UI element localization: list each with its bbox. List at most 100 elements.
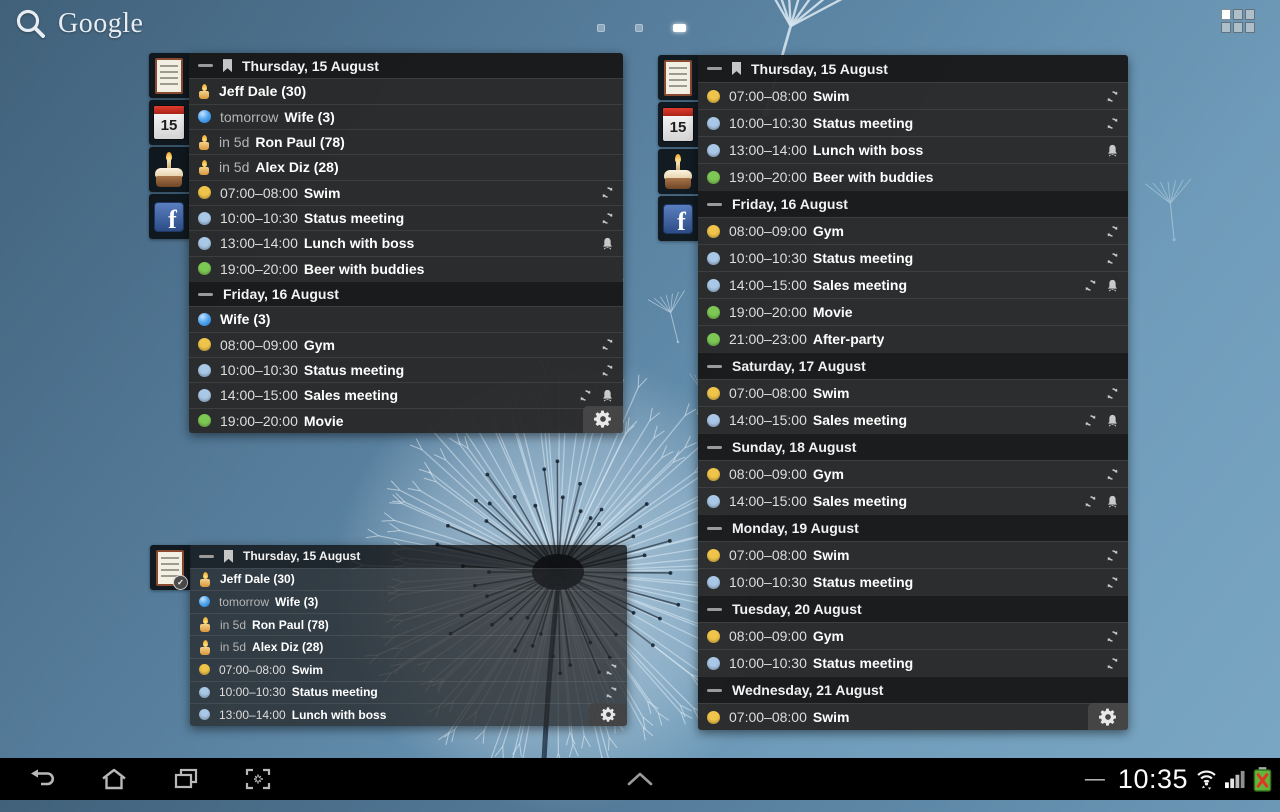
settings-gear-button[interactable] — [583, 406, 623, 433]
event-color-dot — [707, 549, 720, 562]
event-row[interactable]: 13:00–14:00Lunch with boss — [698, 136, 1128, 163]
event-row[interactable]: 19:00–20:00Movie — [189, 408, 623, 433]
date-header-row[interactable]: Saturday, 17 August — [698, 352, 1128, 379]
date-header-row[interactable]: Friday, 16 August — [189, 281, 623, 306]
event-row[interactable]: 07:00–08:00Swim — [189, 180, 623, 205]
agenda-shortcut-button[interactable] — [149, 53, 189, 98]
birthday-row[interactable]: Jeff Dale (30) — [190, 568, 627, 591]
event-row[interactable]: 13:00–14:00Lunch with boss — [190, 703, 627, 726]
agenda-list: Thursday, 15 August Jeff Dale (30) tomorro… — [189, 53, 623, 433]
back-button[interactable] — [6, 758, 78, 800]
event-row[interactable]: 10:00–10:30Status meeting — [698, 649, 1128, 676]
event-row[interactable]: 14:00–15:00Sales meeting — [698, 406, 1128, 433]
facebook-shortcut-button[interactable]: f — [149, 194, 189, 239]
calendar-widget-top-left: 15 f Thursday, 15 August Jeff Dale (30) tom… — [149, 53, 623, 433]
page-dot-1[interactable] — [597, 24, 605, 32]
sync-icon — [1084, 279, 1097, 292]
sync-icon — [1106, 252, 1119, 265]
event-row[interactable]: 14:00–15:00Sales meeting — [698, 271, 1128, 298]
panel-expand-button[interactable] — [605, 758, 675, 800]
widget-sidebar: ✓ — [150, 545, 190, 590]
event-color-dot — [198, 212, 211, 225]
birthday-cake-shortcut-button[interactable] — [149, 147, 189, 192]
event-row[interactable]: 07:00–08:00Swim — [190, 658, 627, 681]
reminder-bell-icon — [601, 237, 614, 250]
event-title: Swim — [813, 709, 850, 725]
date-header-row[interactable]: Wednesday, 21 August — [698, 676, 1128, 703]
settings-gear-button[interactable] — [589, 703, 627, 726]
event-row[interactable]: 10:00–10:30Status meeting — [698, 109, 1128, 136]
event-row[interactable]: 14:00–15:00Sales meeting — [698, 487, 1128, 514]
agenda-task-shortcut-button[interactable]: ✓ — [150, 545, 190, 590]
apps-grid-cell — [1245, 9, 1255, 20]
event-time: 19:00–20:00 — [220, 261, 298, 277]
date-header-row[interactable]: Thursday, 15 August — [189, 53, 623, 78]
event-row[interactable]: 08:00–09:00Gym — [698, 460, 1128, 487]
home-button[interactable] — [78, 758, 150, 800]
birthday-row[interactable]: in 5dAlex Diz (28) — [190, 635, 627, 658]
birthday-row[interactable]: tomorrowWife (3) — [190, 590, 627, 613]
birthday-row[interactable]: in 5dRon Paul (78) — [189, 129, 623, 154]
calendar-shortcut-button[interactable]: 15 — [658, 102, 698, 147]
apps-grid-button[interactable] — [1221, 9, 1255, 33]
birthday-row[interactable]: in 5dAlex Diz (28) — [189, 154, 623, 179]
event-title: Sales meeting — [813, 277, 907, 293]
dash-icon — [707, 203, 722, 206]
event-time: 14:00–15:00 — [729, 412, 807, 428]
facebook-shortcut-button[interactable]: f — [658, 196, 698, 241]
event-row[interactable]: 19:00–20:00Movie — [698, 298, 1128, 325]
event-color-dot — [707, 279, 720, 292]
birthday-row[interactable]: Wife (3) — [189, 306, 623, 331]
event-row[interactable]: 07:00–08:00Swim — [698, 541, 1128, 568]
birthday-cake-shortcut-button[interactable] — [658, 149, 698, 194]
event-row[interactable]: 08:00–09:00Gym — [698, 217, 1128, 244]
event-color-dot — [198, 338, 211, 351]
event-row[interactable]: 10:00–10:30Status meeting — [189, 205, 623, 230]
event-row[interactable]: 08:00–09:00Gym — [189, 332, 623, 357]
sync-icon — [601, 364, 614, 377]
event-title: Gym — [813, 466, 844, 482]
event-row[interactable]: 07:00–08:00Swim — [698, 82, 1128, 109]
date-header-row[interactable]: Monday, 19 August — [698, 514, 1128, 541]
event-row[interactable]: 10:00–10:30Status meeting — [698, 244, 1128, 271]
home-page-indicator[interactable] — [597, 24, 686, 32]
event-row[interactable]: 10:00–10:30Status meeting — [189, 357, 623, 382]
google-search-widget[interactable]: Google — [12, 5, 143, 43]
birthday-cake-icon — [663, 154, 693, 190]
date-header-row[interactable]: Sunday, 18 August — [698, 433, 1128, 460]
date-header-row[interactable]: Thursday, 15 August — [698, 55, 1128, 82]
birthday-name: Jeff Dale (30) — [219, 83, 306, 99]
dash-icon — [199, 555, 214, 558]
event-row[interactable]: 07:00–08:00Swim — [698, 379, 1128, 406]
agenda-list: Thursday, 15 August07:00–08:00Swim10:00–… — [698, 55, 1128, 730]
agenda-shortcut-button[interactable] — [658, 55, 698, 100]
event-time: 10:00–10:30 — [729, 655, 807, 671]
event-row[interactable]: 10:00–10:30Status meeting — [698, 568, 1128, 595]
reminder-bell-icon — [1106, 144, 1119, 157]
event-row[interactable]: 14:00–15:00Sales meeting — [189, 382, 623, 407]
event-title: Swim — [813, 547, 850, 563]
event-row[interactable]: 19:00–20:00Beer with buddies — [698, 163, 1128, 190]
event-row[interactable]: 08:00–09:00Gym — [698, 622, 1128, 649]
page-dot-3[interactable] — [673, 24, 686, 32]
birthday-row[interactable]: Jeff Dale (30) — [189, 78, 623, 103]
date-header-row[interactable]: Thursday, 15 August — [190, 545, 627, 568]
birthday-when-prefix: in 5d — [219, 134, 249, 150]
sync-icon — [1106, 549, 1119, 562]
event-row[interactable]: 10:00–10:30Status meeting — [190, 681, 627, 704]
status-tray[interactable]: — 10:35 — [1085, 758, 1274, 800]
screenshot-button[interactable] — [222, 758, 294, 800]
settings-gear-button[interactable] — [1088, 703, 1128, 730]
birthday-row[interactable]: tomorrowWife (3) — [189, 104, 623, 129]
page-dot-2[interactable] — [635, 24, 643, 32]
event-row[interactable]: 07:00–08:00Swim — [698, 703, 1128, 730]
event-color-dot — [198, 414, 211, 427]
birthday-row[interactable]: in 5dRon Paul (78) — [190, 613, 627, 636]
event-row[interactable]: 19:00–20:00Beer with buddies — [189, 256, 623, 281]
recents-button[interactable] — [150, 758, 222, 800]
date-header-row[interactable]: Tuesday, 20 August — [698, 595, 1128, 622]
event-row[interactable]: 21:00–23:00After-party — [698, 325, 1128, 352]
date-header-row[interactable]: Friday, 16 August — [698, 190, 1128, 217]
event-row[interactable]: 13:00–14:00Lunch with boss — [189, 230, 623, 255]
calendar-shortcut-button[interactable]: 15 — [149, 100, 189, 145]
